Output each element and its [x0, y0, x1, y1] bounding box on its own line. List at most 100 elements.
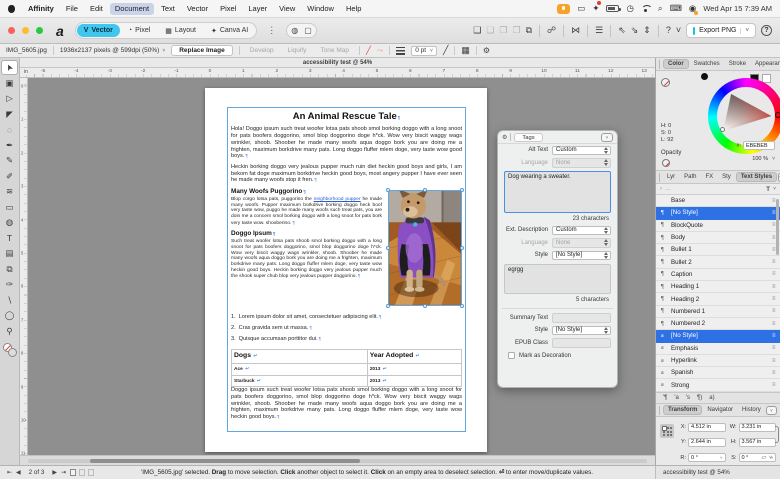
new-group-style-button[interactable]: 's: [686, 395, 690, 401]
menu-affinity[interactable]: Affinity: [23, 3, 59, 15]
tab-appearance[interactable]: Appearance: [751, 60, 780, 68]
user-account-icon[interactable]: ◉: [689, 3, 696, 14]
node-tool[interactable]: ▷: [1, 91, 18, 106]
spotlight-search-icon[interactable]: ⌕: [658, 3, 663, 14]
snapping-icon[interactable]: ☍: [547, 26, 556, 35]
contour-tool[interactable]: ◤: [1, 107, 18, 122]
ruler-unit[interactable]: in: [22, 69, 30, 75]
move-tool[interactable]: ➤: [1, 60, 18, 75]
style-select[interactable]: [No Style]: [552, 326, 611, 336]
style-item-strong[interactable]: aStrong≡: [656, 379, 780, 391]
style-menu-icon[interactable]: ≡: [772, 247, 775, 253]
scrollbar-thumb[interactable]: [90, 459, 360, 463]
expand-icon[interactable]: ›: [660, 186, 662, 192]
help-button[interactable]: ?: [761, 25, 772, 36]
stroke-line-icon[interactable]: ╱: [366, 46, 371, 55]
panel-grip[interactable]: [659, 406, 660, 415]
preview-mode-icon[interactable]: ▢: [304, 26, 312, 35]
style-menu-icon[interactable]: ≡: [772, 222, 775, 228]
artboard-tool[interactable]: ▣: [1, 76, 18, 91]
transparency-tool[interactable]: ◯: [1, 308, 18, 323]
tags-panel-header[interactable]: ⚙ Tags ˅: [498, 131, 617, 144]
wifi-icon[interactable]: [641, 5, 651, 13]
update-character-style-button[interactable]: a): [709, 395, 714, 401]
tab-color[interactable]: Color: [663, 59, 689, 69]
menubar-clock[interactable]: Wed Apr 15 7:39 AM: [703, 4, 772, 13]
window-minimize-button[interactable]: [22, 27, 29, 34]
document-tab[interactable]: accessibility test @ 54%: [20, 58, 655, 68]
ext-description-textarea[interactable]: egrgg: [504, 264, 611, 294]
picture-frame-tool[interactable]: ▤: [1, 246, 18, 261]
cycle-selection-box-icon[interactable]: ◍: [291, 26, 298, 35]
menu-help[interactable]: Help: [341, 3, 366, 15]
w-input[interactable]: 3.231 in: [739, 423, 777, 432]
time-machine-icon[interactable]: ◷: [626, 3, 633, 14]
summary-text-field[interactable]: [552, 313, 611, 323]
fill-stroke-swatches[interactable]: [3, 343, 17, 357]
style-item-heading-2[interactable]: ¶Heading 2≡: [656, 293, 780, 305]
persona-canva-ai[interactable]: ✦Canva AI: [204, 24, 255, 37]
settings-gear-icon[interactable]: ⚙: [483, 46, 490, 55]
style-item-caption[interactable]: ¶Caption≡: [656, 269, 780, 281]
style-menu-icon[interactable]: ≡: [772, 370, 775, 376]
style-menu-icon[interactable]: ≡: [772, 358, 775, 364]
menu-pixel[interactable]: Pixel: [215, 3, 241, 15]
stroke-style-icon[interactable]: ╱: [443, 46, 448, 55]
document-page[interactable]: An Animal Rescue Tale¶ Hola! Doggo ipsum…: [205, 88, 487, 452]
hex-value[interactable]: EBEBEB: [743, 141, 775, 150]
edit-all-layers-icon[interactable]: ⇕: [643, 26, 651, 35]
menu-layer[interactable]: Layer: [243, 3, 272, 15]
replace-image-button[interactable]: Replace Image: [171, 45, 233, 56]
no-color-icon[interactable]: [662, 159, 670, 167]
mark-as-decoration-checkbox[interactable]: [508, 352, 515, 359]
export-png-button[interactable]: Export PNG ˅: [686, 23, 756, 38]
menu-window[interactable]: Window: [302, 3, 339, 15]
stroke-width-input[interactable]: 0 pt ˅: [411, 46, 437, 56]
new-character-style-button[interactable]: 'a: [674, 395, 678, 401]
panel-menu-icon[interactable]: ˅: [766, 406, 777, 415]
vector-brush-tool[interactable]: ≋: [1, 184, 18, 199]
persona-vector[interactable]: VVector: [77, 24, 120, 37]
brush-tool[interactable]: ✐: [1, 169, 18, 184]
rectangle-tool[interactable]: ▭: [1, 200, 18, 215]
frame-text-tool[interactable]: T: [1, 231, 18, 246]
link-dimensions-icon[interactable]: [775, 426, 779, 443]
menu-vector[interactable]: Vector: [182, 3, 213, 15]
menu-document[interactable]: Document: [110, 3, 154, 15]
selection-handle[interactable]: [423, 304, 427, 308]
tab-navigator[interactable]: Navigator: [703, 406, 737, 414]
epub-class-field[interactable]: [552, 338, 611, 348]
apple-menu-icon[interactable]: [8, 5, 15, 13]
tab-path[interactable]: Path: [680, 173, 700, 181]
pencil-tool[interactable]: ✎: [1, 153, 18, 168]
selection-handle[interactable]: [386, 304, 390, 308]
horizontal-scrollbar[interactable]: [20, 455, 655, 465]
page-thumbnail-icon[interactable]: [70, 469, 76, 476]
page-thumbnail-icon[interactable]: [79, 469, 85, 476]
style-item-body[interactable]: ¶Body≡: [656, 232, 780, 244]
style-search-input[interactable]: …: [665, 186, 763, 192]
tab-swatches[interactable]: Swatches: [690, 60, 724, 68]
style-item--no-style-[interactable]: a[No Style]≡: [656, 330, 780, 342]
style-menu-icon[interactable]: ≡: [772, 284, 775, 290]
shade-marker[interactable]: [720, 127, 725, 132]
style-menu-icon[interactable]: ≡: [772, 198, 775, 204]
selection-handle[interactable]: [386, 188, 390, 192]
shear-mode-dropdown[interactable]: ▱ ˅: [761, 454, 772, 461]
zoom-tool[interactable]: ⚲: [1, 324, 18, 339]
shape-tool[interactable]: ◍: [1, 215, 18, 230]
selection-handle[interactable]: [460, 304, 464, 308]
display-icon[interactable]: ▭: [577, 3, 585, 14]
previous-page-button[interactable]: ◀: [16, 469, 21, 476]
style-menu-icon[interactable]: ≡: [772, 308, 775, 314]
style-item-hyperlink[interactable]: aHyperlink≡: [656, 355, 780, 367]
screen-mic-indicator-icon[interactable]: [557, 4, 570, 14]
text-frame[interactable]: An Animal Rescue Tale¶ Hola! Doggo ipsum…: [227, 107, 466, 432]
pen-tool[interactable]: ✒: [1, 138, 18, 153]
persona-pixel[interactable]: ◔Pixel: [121, 24, 157, 37]
style-search-row[interactable]: › … T ˅: [656, 184, 780, 195]
style-item-numbered-1[interactable]: ¶Numbered 1≡: [656, 306, 780, 318]
anchor-point-selector[interactable]: [660, 424, 674, 438]
crop-tool[interactable]: ⧉: [1, 262, 18, 277]
tab-stroke[interactable]: Stroke: [725, 60, 750, 68]
